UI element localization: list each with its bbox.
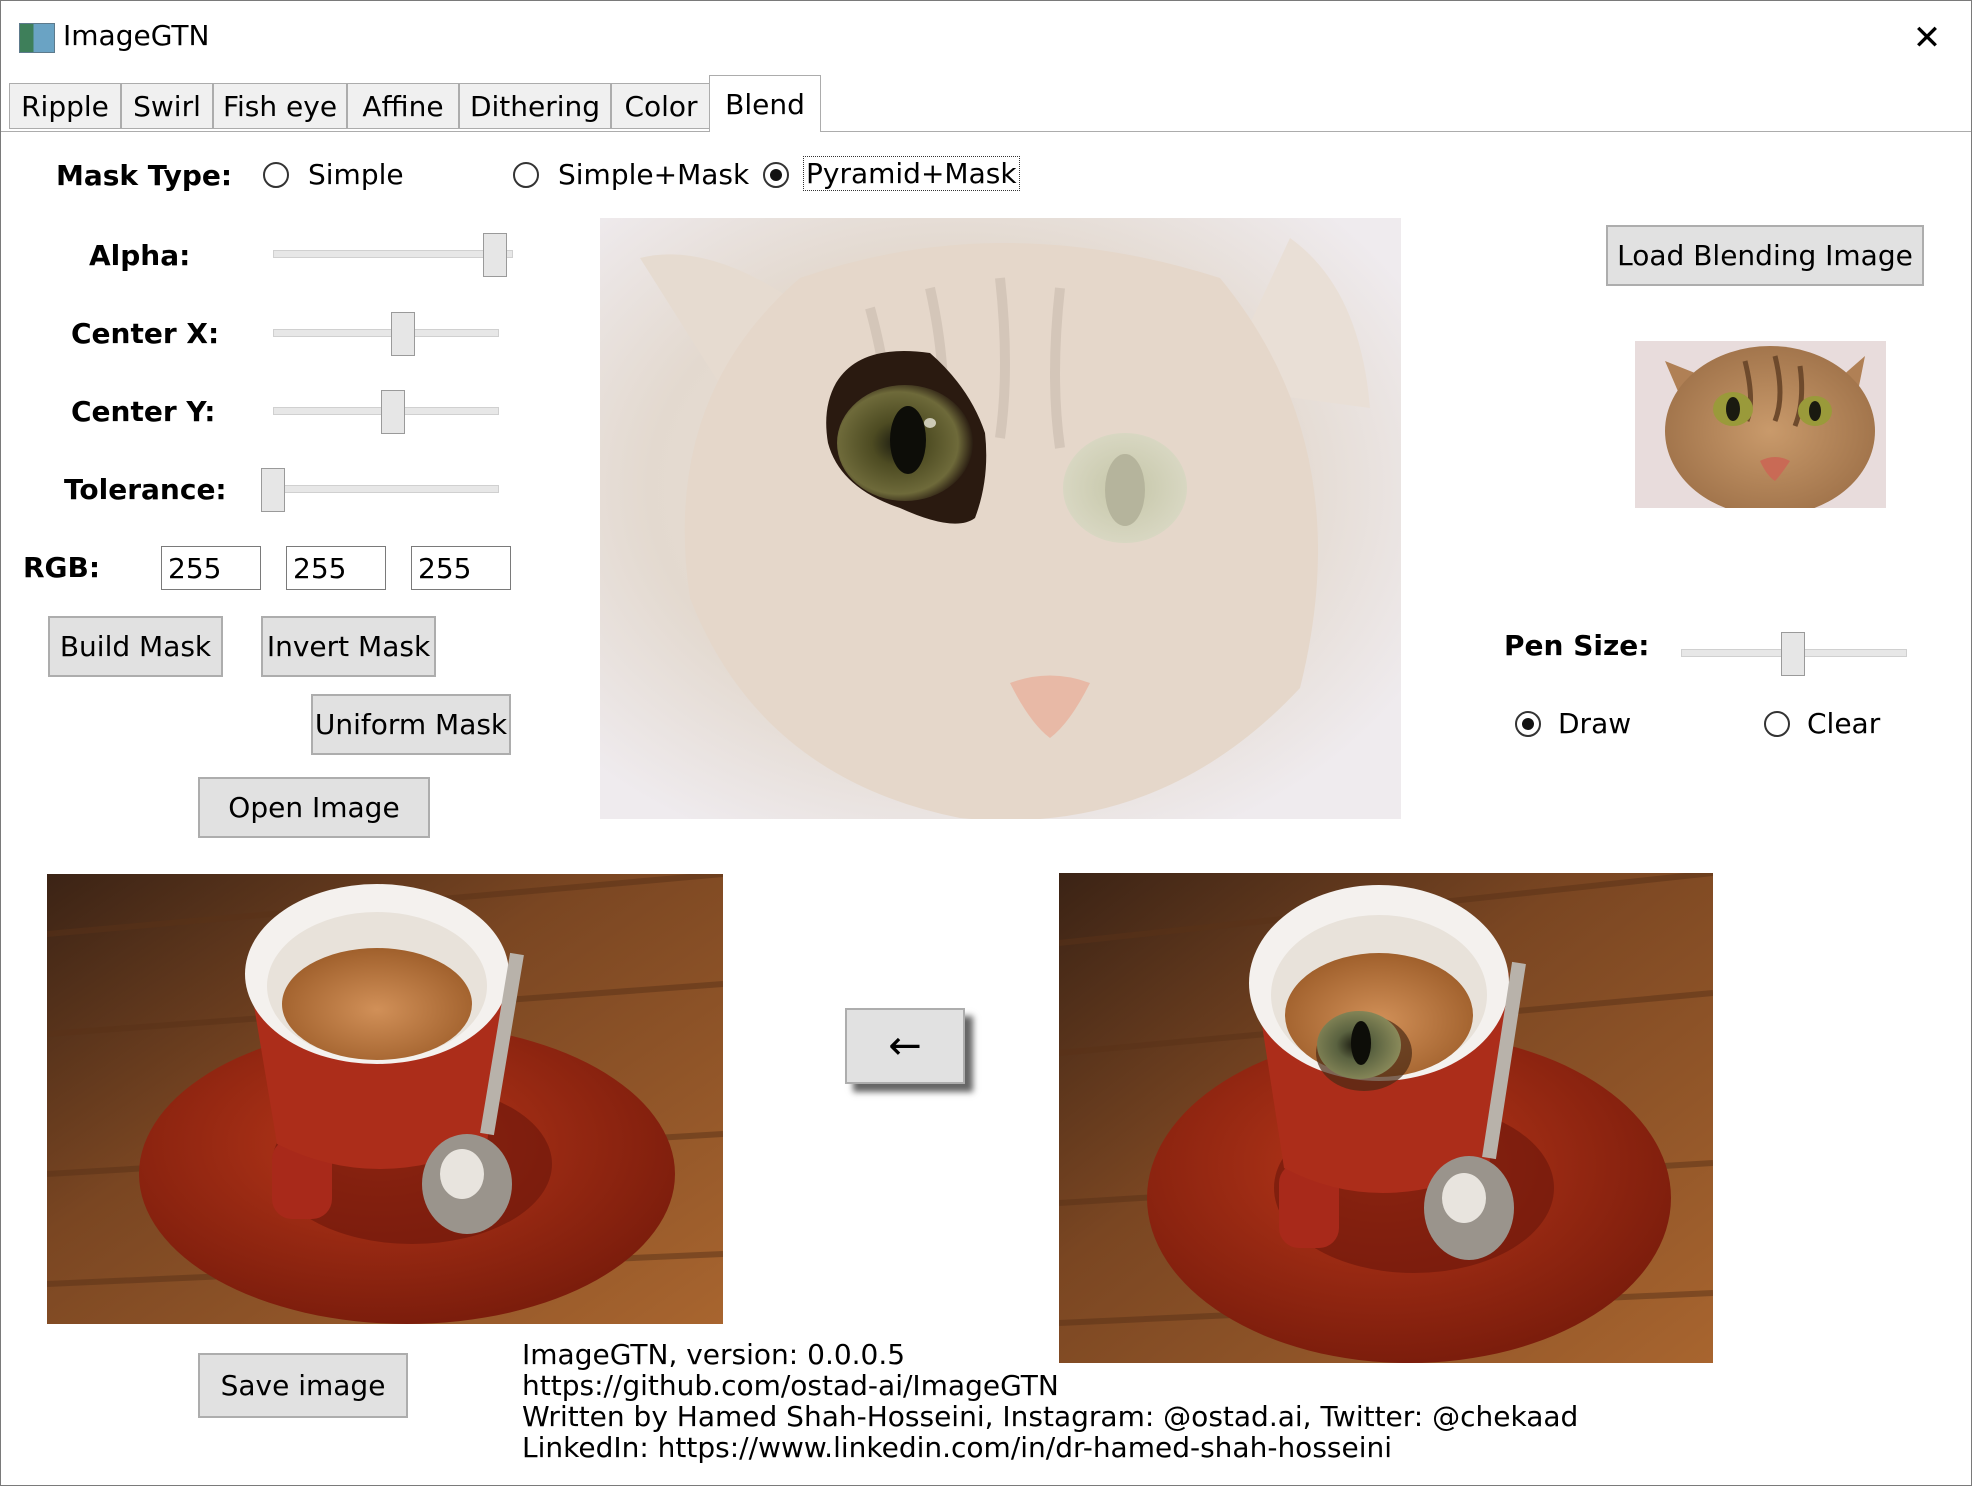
result-image [1059,873,1713,1363]
blend-thumbnail-image [1635,341,1886,508]
tolerance-slider-thumb[interactable] [261,468,285,512]
center-y-label: Center Y: [71,395,216,428]
center-x-slider[interactable] [273,311,499,357]
tab-blend[interactable]: Blend [709,75,821,132]
center-y-slider[interactable] [273,389,499,435]
radio-pyramid-mask[interactable]: Pyramid+Mask [763,156,1020,197]
tab-divider [1,131,1971,132]
radio-simple[interactable]: Simple [263,158,404,197]
tab-color[interactable]: Color [611,83,711,129]
tab-dithering[interactable]: Dithering [459,83,611,129]
tolerance-slider[interactable] [261,467,499,513]
alpha-slider-thumb[interactable] [483,233,507,277]
radio-simple-mask-indicator[interactable] [513,162,539,188]
load-blending-image-button[interactable]: Load Blending Image [1606,225,1924,286]
tab-ripple[interactable]: Ripple [9,83,121,129]
invert-mask-button[interactable]: Invert Mask [261,616,436,677]
rgb-blue-input[interactable] [411,546,511,590]
pen-size-slider-thumb[interactable] [1781,632,1805,676]
radio-simple-indicator[interactable] [263,162,289,188]
source-image [47,874,723,1324]
mask-preview-image[interactable] [600,218,1401,819]
radio-clear[interactable]: Clear [1764,707,1884,746]
linkedin-text: LinkedIn: https://www.linkedin.com/in/dr… [522,1431,1393,1464]
radio-pyramid-mask-indicator[interactable] [763,162,789,188]
center-y-slider-thumb[interactable] [381,390,405,434]
center-x-slider-track[interactable] [273,329,499,337]
radio-draw-label: Draw [1558,707,1632,740]
pen-size-slider[interactable] [1681,631,1907,677]
tolerance-label: Tolerance: [64,473,227,506]
uniform-mask-button[interactable]: Uniform Mask [311,694,511,755]
about-info: ImageGTN, version: 0.0.0.5 https://githu… [522,1339,1578,1463]
title-bar: ImageGTN ✕ [1,1,1971,73]
radio-simple-mask-label: Simple+Mask [558,158,750,191]
repo-url-text: https://github.com/ostad-ai/ImageGTN [522,1369,1059,1402]
mask-type-label: Mask Type: [56,159,233,192]
version-text: ImageGTN, version: 0.0.0.5 [522,1338,906,1371]
pen-size-label: Pen Size: [1504,629,1650,662]
rgb-green-input[interactable] [286,546,386,590]
open-image-button[interactable]: Open Image [198,777,430,838]
center-x-slider-thumb[interactable] [391,312,415,356]
alpha-slider[interactable] [273,232,513,278]
rgb-red-input[interactable] [161,546,261,590]
radio-clear-label: Clear [1807,707,1881,740]
app-icon [19,23,55,53]
author-text: Written by Hamed Shah-Hosseini, Instagra… [522,1400,1579,1433]
radio-draw-indicator[interactable] [1515,711,1541,737]
save-image-button[interactable]: Save image [198,1353,408,1418]
tab-affine[interactable]: Affine [347,83,459,129]
center-x-label: Center X: [71,317,220,350]
window-title: ImageGTN [63,19,210,52]
tab-fish-eye[interactable]: Fish eye [213,83,347,129]
tab-swirl[interactable]: Swirl [121,83,213,129]
radio-pyramid-mask-label: Pyramid+Mask [803,156,1020,191]
alpha-slider-track[interactable] [273,250,513,258]
build-mask-button[interactable]: Build Mask [48,616,223,677]
alpha-label: Alpha: [89,239,191,272]
radio-draw[interactable]: Draw [1515,707,1635,746]
rgb-label: RGB: [23,551,101,584]
app-window: ImageGTN ✕ Ripple Swirl Fish eye Affine … [0,0,1972,1486]
close-icon[interactable]: ✕ [1897,15,1957,61]
radio-clear-indicator[interactable] [1764,711,1790,737]
apply-blend-button[interactable]: ← [845,1008,965,1084]
tolerance-slider-track[interactable] [261,485,499,493]
radio-simple-mask[interactable]: Simple+Mask [513,158,749,197]
radio-simple-label: Simple [308,158,404,191]
